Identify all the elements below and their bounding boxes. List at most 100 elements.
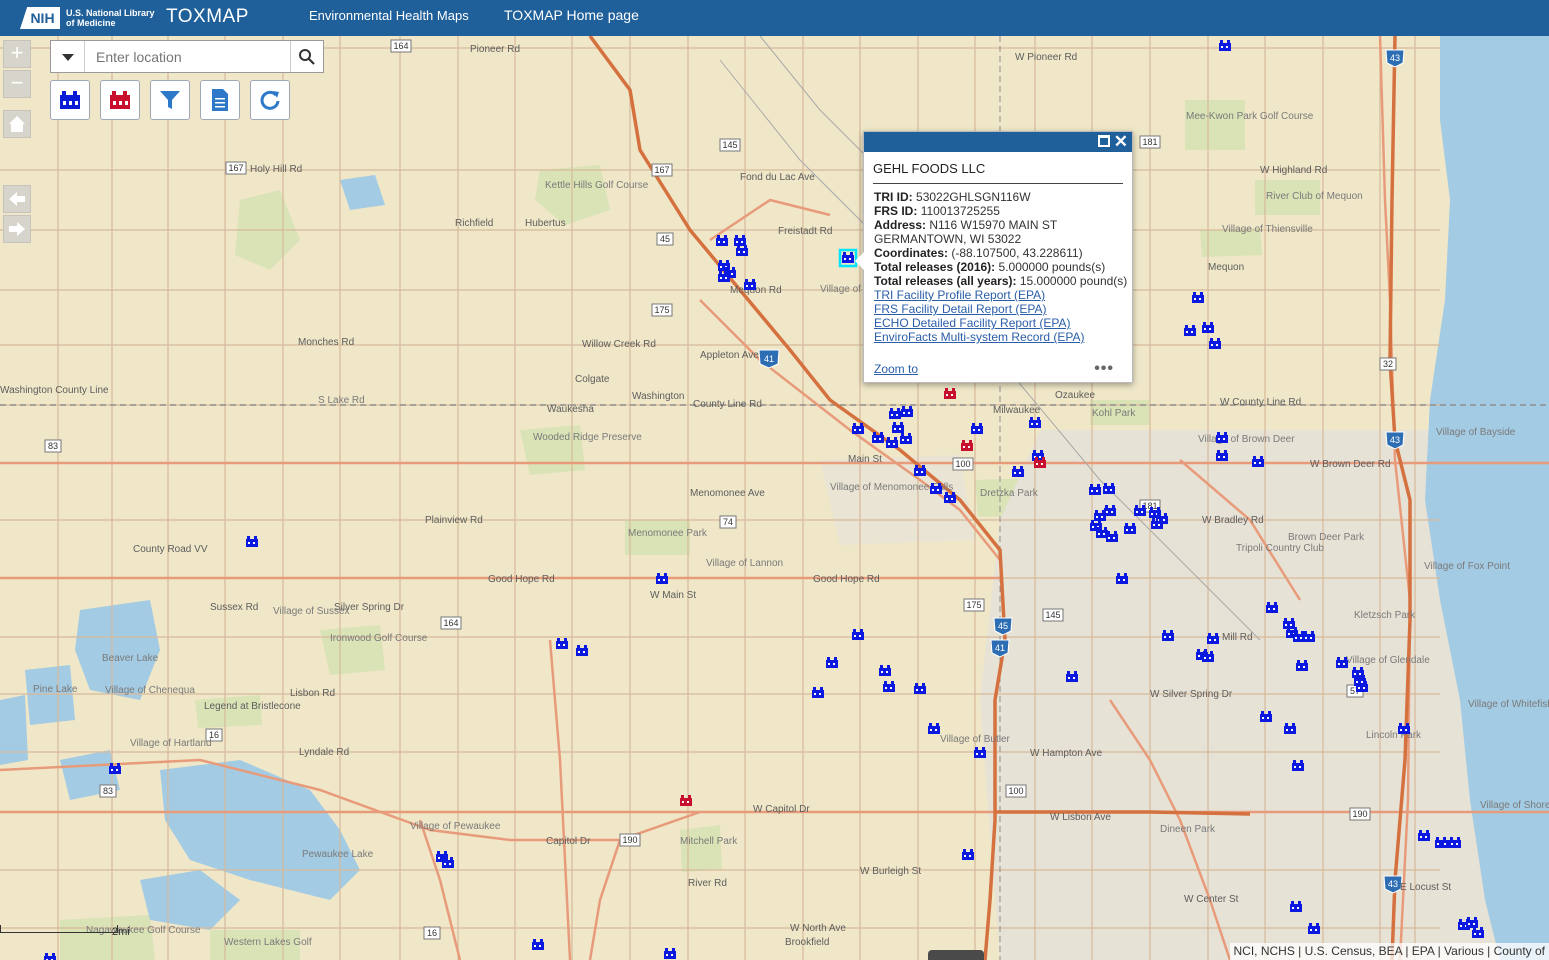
maximize-icon[interactable] bbox=[1098, 135, 1110, 147]
map-label: Wooded Ridge Preserve bbox=[533, 432, 642, 443]
map-label: E Locust St bbox=[1400, 882, 1451, 893]
shield-83b: 83 bbox=[99, 784, 117, 798]
svg-text:43: 43 bbox=[1388, 879, 1398, 889]
factory-blue-icon bbox=[60, 91, 80, 109]
zoom-in-button[interactable]: + bbox=[3, 40, 31, 68]
map-label: Menomonee Ave bbox=[690, 488, 765, 499]
map-label: Village of Fox Point bbox=[1424, 561, 1510, 572]
map-label: Good Hope Rd bbox=[488, 574, 555, 585]
map-label: River Club of Mequon bbox=[1266, 191, 1363, 202]
releases-all-value: 15.000000 pound(s) bbox=[1019, 274, 1128, 288]
envirofacts-record-link[interactable]: EnviroFacts Multi-system Record (EPA) bbox=[874, 330, 1122, 344]
next-extent-button[interactable] bbox=[3, 215, 31, 243]
map-label: W Silver Spring Dr bbox=[1150, 689, 1233, 700]
coordinates-label: Coordinates: bbox=[874, 246, 949, 260]
scale-bar bbox=[0, 925, 118, 933]
map-label: Willow Creek Rd bbox=[582, 339, 656, 350]
toxmap-app: NIH U.S. National Library of Medicine TO… bbox=[0, 0, 1549, 960]
map-label: Ozaukee bbox=[1055, 390, 1095, 401]
filter-button[interactable] bbox=[150, 80, 190, 120]
svg-text:16: 16 bbox=[427, 928, 437, 938]
factory-red-icon bbox=[110, 91, 130, 109]
map-canvas[interactable]: 164 167 167 145 45 175 41 181 43 32 43 1… bbox=[0, 36, 1549, 960]
svg-text:83: 83 bbox=[48, 441, 58, 451]
nih-logo[interactable]: NIH U.S. National Library of Medicine bbox=[20, 5, 158, 31]
map-label: Fond du Lac Ave bbox=[740, 172, 815, 183]
shield-164: 164 bbox=[390, 39, 412, 53]
collapse-panel-tab[interactable] bbox=[928, 950, 984, 960]
nih-library-text: U.S. National Library of Medicine bbox=[66, 8, 155, 28]
svg-text:181: 181 bbox=[1142, 137, 1157, 147]
map-label: Village of Lannon bbox=[706, 558, 783, 569]
map-label: Brown Deer Park bbox=[1288, 532, 1365, 543]
superfund-layer-button[interactable] bbox=[100, 80, 140, 120]
map-label: Village of Shorewood bbox=[1480, 800, 1549, 811]
address-line2: GERMANTOWN, WI 53022 bbox=[874, 232, 1022, 246]
map-label: Silver Spring Dr bbox=[334, 602, 405, 613]
close-icon[interactable]: ✕ bbox=[1114, 132, 1128, 152]
more-options-icon[interactable]: ••• bbox=[1094, 360, 1114, 378]
shield-45: 45 bbox=[656, 232, 674, 246]
shield-190b: 190 bbox=[1349, 807, 1371, 821]
map-label: River Rd bbox=[688, 878, 727, 889]
map-label: Village of Pewaukee bbox=[410, 821, 501, 832]
search-source-dropdown[interactable] bbox=[51, 41, 85, 72]
svg-text:41: 41 bbox=[764, 354, 774, 364]
address-line1: N116 W15970 MAIN ST bbox=[929, 218, 1058, 232]
tri-facilities-layer-button[interactable] bbox=[50, 80, 90, 120]
zoom-out-button[interactable]: − bbox=[3, 70, 31, 98]
map-label: W Hampton Ave bbox=[1030, 748, 1103, 759]
shield-167b: 167 bbox=[651, 163, 673, 177]
tri-facility-profile-link[interactable]: TRI Facility Profile Report (EPA) bbox=[874, 288, 1122, 302]
refresh-button[interactable] bbox=[250, 80, 290, 120]
map-attribution: NCI, NCHS | U.S. Census, BEA | EPA | Var… bbox=[1229, 943, 1549, 960]
map-label: Western Lakes Golf bbox=[224, 937, 312, 948]
shield-181: 181 bbox=[1139, 135, 1161, 149]
map-label: Village of Thiensville bbox=[1222, 224, 1313, 235]
map-label: Beaver Lake bbox=[102, 653, 159, 664]
nav-toxmap-home[interactable]: TOXMAP Home page bbox=[504, 7, 639, 23]
shield-190: 190 bbox=[619, 833, 641, 847]
map-label: Hubertus bbox=[525, 218, 566, 229]
map-label: Menomonee Park bbox=[628, 528, 708, 539]
echo-facility-report-link[interactable]: ECHO Detailed Facility Report (EPA) bbox=[874, 316, 1122, 330]
svg-text:167: 167 bbox=[228, 163, 243, 173]
map-label: Legend at Bristlecone bbox=[204, 701, 301, 712]
basemap[interactable]: 164 167 167 145 45 175 41 181 43 32 43 1… bbox=[0, 36, 1549, 960]
arrow-right-icon bbox=[9, 222, 25, 236]
report-button[interactable] bbox=[200, 80, 240, 120]
search-button[interactable] bbox=[290, 41, 323, 72]
map-label: Kletzsch Park bbox=[1354, 610, 1416, 621]
filter-icon bbox=[160, 91, 180, 109]
shield-74: 74 bbox=[719, 515, 737, 529]
location-search-input[interactable] bbox=[85, 41, 290, 72]
map-label: W Burleigh St bbox=[860, 866, 921, 877]
svg-text:164: 164 bbox=[443, 618, 458, 628]
caret-down-icon bbox=[61, 53, 74, 61]
previous-extent-button[interactable] bbox=[3, 185, 31, 213]
map-label: Village of Whitefish Bay bbox=[1468, 699, 1549, 710]
home-extent-button[interactable] bbox=[3, 110, 31, 138]
popup-pointer bbox=[855, 252, 864, 270]
map-label: Dineen Park bbox=[1160, 824, 1216, 835]
map-label: Pine Lake bbox=[33, 684, 78, 695]
svg-text:145: 145 bbox=[1045, 610, 1060, 620]
map-label: Freistadt Rd bbox=[778, 226, 832, 237]
nav-environmental-health-maps[interactable]: Environmental Health Maps bbox=[309, 8, 469, 23]
frs-id-label: FRS ID: bbox=[874, 204, 918, 218]
map-label: County Road VV bbox=[133, 544, 208, 555]
map-label: Main St bbox=[848, 454, 882, 465]
svg-text:190: 190 bbox=[622, 835, 637, 845]
arrow-left-icon bbox=[9, 192, 25, 206]
map-label: Village of Chenequa bbox=[105, 685, 195, 696]
frs-facility-detail-link[interactable]: FRS Facility Detail Report (EPA) bbox=[874, 302, 1122, 316]
app-title: TOXMAP bbox=[166, 6, 249, 27]
map-label: Mill Rd bbox=[1222, 632, 1253, 643]
zoom-to-link[interactable]: Zoom to bbox=[874, 362, 918, 376]
shield-164b: 164 bbox=[440, 616, 462, 630]
releases-all-label: Total releases (all years): bbox=[874, 274, 1017, 288]
map-label: Sussex Rd bbox=[210, 602, 258, 613]
header-bar: NIH U.S. National Library of Medicine TO… bbox=[0, 0, 1549, 36]
svg-text:32: 32 bbox=[1383, 359, 1393, 369]
map-label: Mequon bbox=[1208, 262, 1244, 273]
